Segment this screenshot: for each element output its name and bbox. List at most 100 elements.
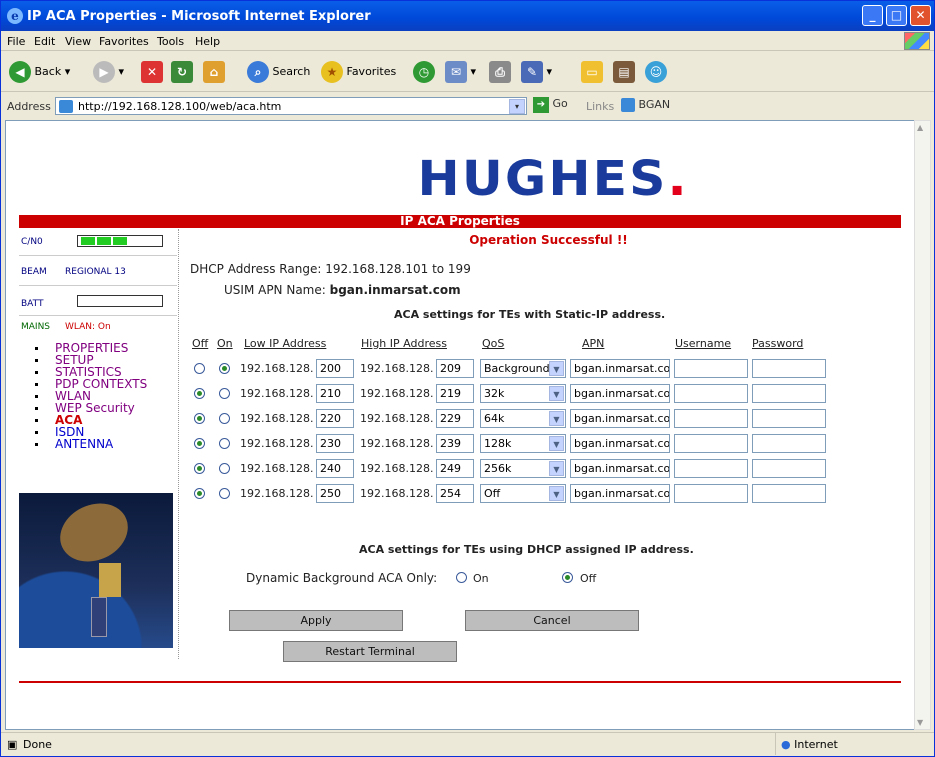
search-button[interactable]: ⌕ Search xyxy=(247,58,310,86)
discuss-button[interactable]: ▭ xyxy=(581,58,603,86)
off-radio[interactable] xyxy=(194,363,205,374)
username-field[interactable] xyxy=(674,384,748,403)
chevron-down-icon[interactable]: ▼ xyxy=(549,436,564,451)
qos-select[interactable]: 128k ▼ xyxy=(480,434,566,453)
nav-aca[interactable]: ACA xyxy=(35,414,147,426)
high-ip-field[interactable]: 229 xyxy=(436,409,474,428)
username-field[interactable] xyxy=(674,434,748,453)
off-radio[interactable] xyxy=(194,413,205,424)
minimize-button[interactable]: _ xyxy=(862,5,883,26)
apn-field[interactable]: bgan.inmarsat.com xyxy=(570,384,670,403)
nav-antenna[interactable]: ANTENNA xyxy=(35,438,147,450)
chevron-down-icon[interactable]: ▼ xyxy=(549,411,564,426)
high-ip-field[interactable]: 219 xyxy=(436,384,474,403)
maximize-button[interactable]: □ xyxy=(886,5,907,26)
refresh-button[interactable]: ↻ xyxy=(171,58,193,86)
edit-button[interactable]: ✎ ▾ xyxy=(521,58,552,86)
low-ip-field[interactable]: 200 xyxy=(316,359,354,378)
menu-tools[interactable]: Tools xyxy=(157,35,184,48)
stop-button[interactable]: ✕ xyxy=(141,58,163,86)
menu-file[interactable]: File xyxy=(7,35,25,48)
apn-field[interactable]: bgan.inmarsat.com xyxy=(570,359,670,378)
menu-view[interactable]: View xyxy=(65,35,91,48)
high-ip-field[interactable]: 209 xyxy=(436,359,474,378)
nav-wep-security[interactable]: WEP Security xyxy=(35,402,147,414)
username-field[interactable] xyxy=(674,409,748,428)
apn-field[interactable]: bgan.inmarsat.com xyxy=(570,434,670,453)
home-button[interactable]: ⌂ xyxy=(203,58,225,86)
username-field[interactable] xyxy=(674,459,748,478)
low-ip-field[interactable]: 210 xyxy=(316,384,354,403)
high-ip-prefix: 192.168.128. xyxy=(360,412,434,425)
messenger-button[interactable]: ☺ xyxy=(645,58,667,86)
apn-field[interactable]: bgan.inmarsat.com xyxy=(570,459,670,478)
off-radio[interactable] xyxy=(194,438,205,449)
high-ip-field[interactable]: 239 xyxy=(436,434,474,453)
username-field[interactable] xyxy=(674,484,748,503)
apn-field[interactable]: bgan.inmarsat.com xyxy=(570,409,670,428)
password-field[interactable] xyxy=(752,459,826,478)
stop-icon: ✕ xyxy=(141,61,163,83)
password-field[interactable] xyxy=(752,384,826,403)
low-ip-field[interactable]: 240 xyxy=(316,459,354,478)
on-radio[interactable] xyxy=(219,488,230,499)
low-ip-field[interactable]: 220 xyxy=(316,409,354,428)
password-field[interactable] xyxy=(752,409,826,428)
chevron-down-icon[interactable]: ▼ xyxy=(549,486,564,501)
high-ip-field[interactable]: 254 xyxy=(436,484,474,503)
dynamic-off-radio[interactable] xyxy=(562,572,573,583)
page-icon xyxy=(621,98,635,112)
print-button[interactable]: ⎙ xyxy=(489,58,511,86)
qos-select[interactable]: Background ▼ xyxy=(480,359,566,378)
go-button[interactable]: ➔ Go xyxy=(533,97,568,113)
apn-field[interactable]: bgan.inmarsat.com xyxy=(570,484,670,503)
address-dropdown-button[interactable]: ▾ xyxy=(509,99,525,114)
scroll-up-icon[interactable]: ▲ xyxy=(917,123,923,132)
password-field[interactable] xyxy=(752,484,826,503)
vertical-scrollbar[interactable]: ▲ ▼ xyxy=(914,120,931,730)
qos-select[interactable]: Off ▼ xyxy=(480,484,566,503)
close-button[interactable]: ✕ xyxy=(910,5,931,26)
high-ip-field[interactable]: 249 xyxy=(436,459,474,478)
on-radio[interactable] xyxy=(219,413,230,424)
off-radio[interactable] xyxy=(194,388,205,399)
scroll-down-icon[interactable]: ▼ xyxy=(917,718,923,727)
mail-button[interactable]: ✉ ▾ xyxy=(445,58,476,86)
back-button[interactable]: ◀ Back ▾ xyxy=(9,58,70,86)
off-radio[interactable] xyxy=(194,488,205,499)
username-field[interactable] xyxy=(674,359,748,378)
restart-terminal-button[interactable]: Restart Terminal xyxy=(283,641,457,662)
menu-edit[interactable]: Edit xyxy=(34,35,55,48)
nav-pdp-contexts[interactable]: PDP CONTEXTS xyxy=(35,378,147,390)
on-radio[interactable] xyxy=(219,388,230,399)
favorites-button[interactable]: ★ Favorites xyxy=(321,58,396,86)
apply-button[interactable]: Apply xyxy=(229,610,403,631)
chevron-down-icon[interactable]: ▼ xyxy=(549,461,564,476)
qos-select[interactable]: 256k ▼ xyxy=(480,459,566,478)
edit-icon: ✎ xyxy=(521,61,543,83)
cancel-button[interactable]: Cancel xyxy=(465,610,639,631)
chevron-down-icon[interactable]: ▼ xyxy=(549,361,564,376)
password-field[interactable] xyxy=(752,359,826,378)
menu-help[interactable]: Help xyxy=(195,35,220,48)
history-button[interactable]: ◷ xyxy=(413,58,435,86)
password-field[interactable] xyxy=(752,434,826,453)
qos-select[interactable]: 32k ▼ xyxy=(480,384,566,403)
on-radio[interactable] xyxy=(219,438,230,449)
forward-button[interactable]: ▶ ▾ xyxy=(93,58,124,86)
bgan-link[interactable]: BGAN xyxy=(621,98,670,112)
menu-favorites[interactable]: Favorites xyxy=(99,35,149,48)
on-radio[interactable] xyxy=(219,363,230,374)
links-label[interactable]: Links xyxy=(586,100,614,113)
low-ip-field[interactable]: 230 xyxy=(316,434,354,453)
on-radio[interactable] xyxy=(219,463,230,474)
low-ip-field[interactable]: 250 xyxy=(316,484,354,503)
chevron-down-icon[interactable]: ▼ xyxy=(549,386,564,401)
high-ip-prefix: 192.168.128. xyxy=(360,437,434,450)
qos-select[interactable]: 64k ▼ xyxy=(480,409,566,428)
address-input[interactable]: http://192.168.128.100/web/aca.htm xyxy=(55,97,527,115)
research-button[interactable]: ▤ xyxy=(613,58,635,86)
off-radio[interactable] xyxy=(194,463,205,474)
dynamic-on-radio[interactable] xyxy=(456,572,467,583)
messenger-icon: ☺ xyxy=(645,61,667,83)
